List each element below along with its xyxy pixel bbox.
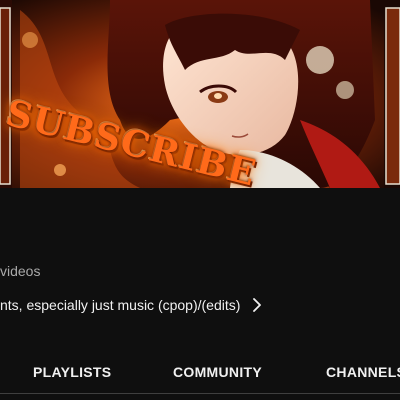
- tab-channels[interactable]: CHANNELS: [326, 350, 400, 394]
- channel-description: nts, especially just music (cpop)/(edits…: [0, 297, 241, 313]
- tab-playlists[interactable]: PLAYLISTS: [33, 350, 111, 394]
- channel-banner: SUBSCRIBE: [0, 0, 400, 188]
- chevron-right-icon: [252, 298, 262, 312]
- channel-video-count: videos: [0, 263, 41, 279]
- channel-tabs: PLAYLISTS COMMUNITY CHANNELS: [0, 350, 400, 394]
- banner-artwork: [0, 0, 400, 188]
- tabs-divider: [0, 393, 400, 394]
- channel-description-link[interactable]: nts, especially just music (cpop)/(edits…: [0, 294, 262, 316]
- tab-community[interactable]: COMMUNITY: [173, 350, 262, 394]
